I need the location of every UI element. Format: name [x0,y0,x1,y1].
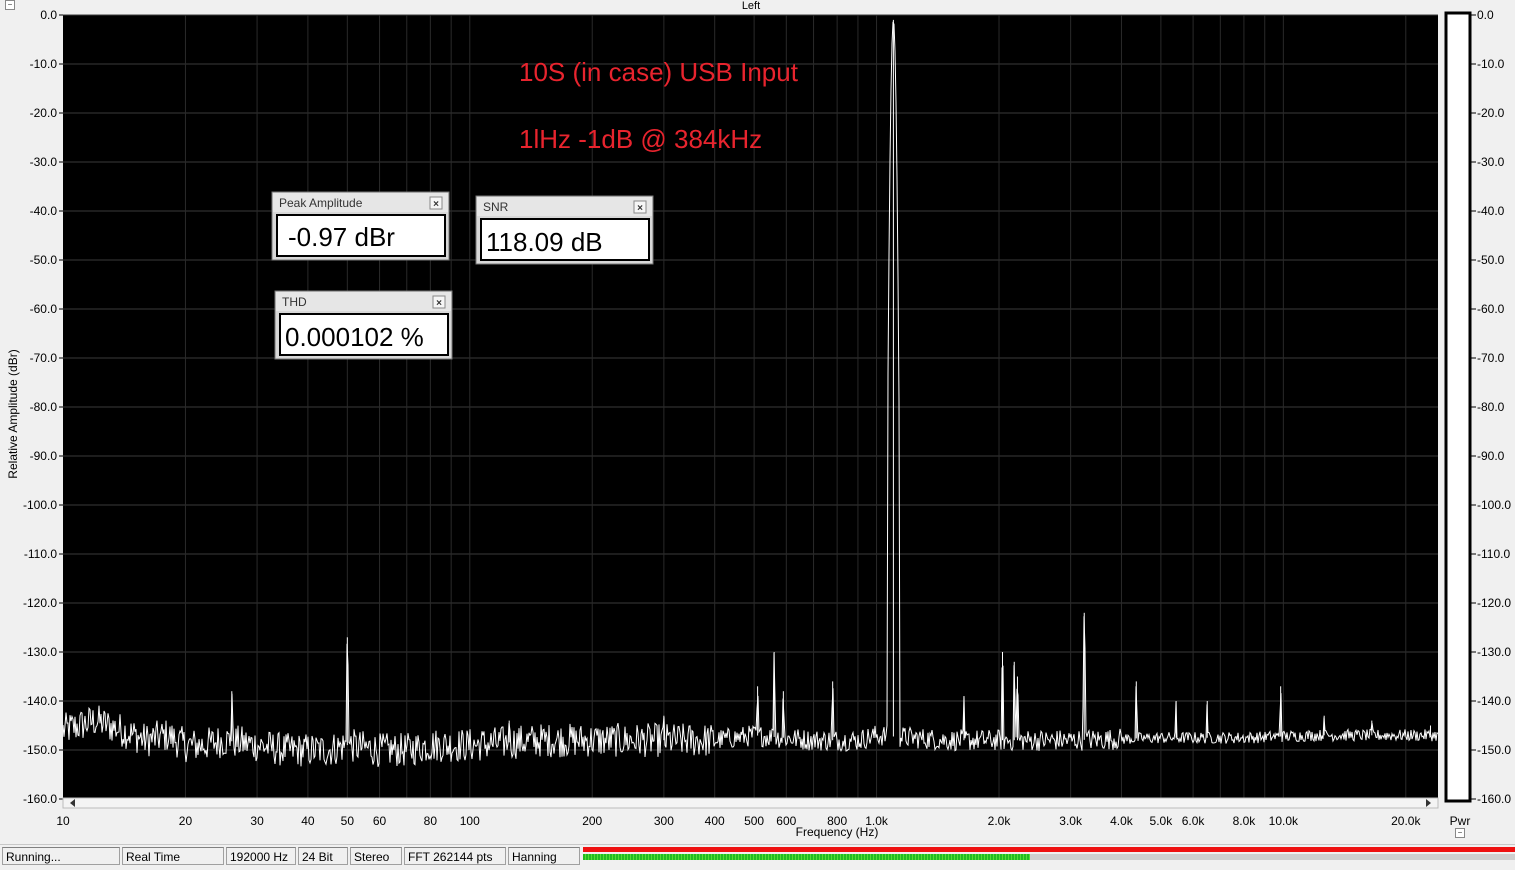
x-tick-label: 500 [744,814,764,828]
power-meter-tick-label: -150.0 [1477,743,1511,757]
y-tick-label: -130.0 [23,645,57,659]
y-tick-label: -40.0 [30,204,58,218]
status-bit-depth: 24 Bit [298,847,348,865]
x-tick-label: 600 [776,814,796,828]
spectrum-analyzer-canvas: Left 0.0 -10.0 -20.0 -30.0 -40.0 -50.0 -60.0 -7… [6,0,1511,839]
thd-title: THD [282,295,307,309]
x-tick-label: 20.0k [1391,814,1421,828]
peak-amplitude-widget[interactable]: Peak Amplitude × -0.97 dBr [271,191,450,261]
y-tick-label: -10.0 [30,57,58,71]
power-meter-tick-label: -30.0 [1477,155,1505,169]
y-tick-label: -110.0 [24,547,57,561]
x-tick-label: 10.0k [1269,814,1299,828]
annotation-device: 10S (in case) USB Input [519,57,799,87]
status-mode: Real Time [122,847,224,865]
x-tick-label: 100 [460,814,480,828]
y-tick-label: -30.0 [30,155,58,169]
power-meter-tick-label: -100.0 [1477,498,1511,512]
collapse-icon[interactable]: − [5,0,15,10]
y-tick-label: -100.0 [23,498,57,512]
y-axis-ticks: 0.0 -10.0 -20.0 -30.0 -40.0 -50.0 -60.0 -70.0 -8… [23,8,63,806]
y-tick-label: -150.0 [23,743,57,757]
x-tick-label: 400 [705,814,725,828]
y-axis-label: Relative Amplitude (dBr) [6,349,20,478]
x-tick-label: 6.0k [1182,814,1206,828]
status-channels: Stereo [350,847,402,865]
power-meter-tick-label: -20.0 [1477,106,1505,120]
y-tick-label: -70.0 [30,351,58,365]
x-tick-label: 8.0k [1233,814,1257,828]
x-tick-label: 20 [179,814,193,828]
snr-value: 118.09 dB [486,227,603,257]
power-meter-tick-label: -80.0 [1477,400,1505,414]
power-meter-ticks: 0.0 -10.0 -20.0 -30.0 -40.0 -50.0 -60.0 -70.0 -8… [1470,8,1511,806]
power-meter-tick-label: -130.0 [1477,645,1511,659]
status-fft-size: FFT 262144 pts [404,847,506,865]
x-tick-label: 30 [250,814,264,828]
close-icon[interactable]: × [433,199,439,210]
power-meter-tick-label: -140.0 [1477,694,1511,708]
power-meter-tick-label: 0.0 [1477,8,1494,22]
thd-value: 0.000102 % [285,322,424,352]
y-tick-label: -90.0 [30,449,58,463]
power-meter-tick-label: -10.0 [1477,57,1505,71]
power-meter-label: Pwr [1450,814,1471,828]
x-tick-label: 50 [341,814,355,828]
x-tick-label: 2.0k [988,814,1012,828]
annotation-signal: 1lHz -1dB @ 384kHz [519,124,762,154]
x-tick-label: 4.0k [1110,814,1134,828]
y-tick-label: -20.0 [30,106,58,120]
power-meter-tick-label: -70.0 [1477,351,1505,365]
y-tick-label: -60.0 [30,302,58,316]
power-meter-tick-label: -90.0 [1477,449,1505,463]
y-tick-label: -160.0 [23,792,57,806]
x-tick-label: 10 [56,814,70,828]
y-tick-label: -140.0 [23,694,57,708]
power-meter-tick-label: -40.0 [1477,204,1505,218]
level-meter-rms [583,854,1030,860]
snr-widget[interactable]: SNR × 118.09 dB [475,195,654,265]
status-window: Hanning [508,847,580,865]
peak-amplitude-title: Peak Amplitude [279,196,363,210]
power-meter-tick-label: -120.0 [1477,596,1511,610]
status-sample-rate: 192000 Hz [226,847,296,865]
peak-amplitude-value: -0.97 dBr [288,222,395,252]
power-meter-tick-label: -110.0 [1477,547,1510,561]
power-meter-tick-label: -60.0 [1477,302,1505,316]
power-meter-tick-label: -160.0 [1477,792,1511,806]
y-tick-label: 0.0 [40,8,57,22]
snr-title: SNR [483,200,509,214]
y-tick-label: -120.0 [23,596,57,610]
close-icon[interactable]: × [436,298,442,309]
x-tick-label: 200 [582,814,602,828]
power-meter [1444,11,1472,803]
power-meter-tick-label: -50.0 [1477,253,1505,267]
chart-title: Left [742,0,760,12]
level-meter-peak [583,847,1515,852]
y-tick-label: -80.0 [30,400,58,414]
h-scrollbar[interactable] [62,797,1439,809]
x-tick-label: 3.0k [1059,814,1083,828]
x-axis-label: Frequency (Hz) [796,825,879,839]
x-tick-label: 5.0k [1150,814,1174,828]
x-tick-label: 60 [373,814,387,828]
collapse-icon[interactable]: − [1455,828,1465,838]
y-tick-label: -50.0 [30,253,58,267]
x-tick-label: 40 [301,814,315,828]
status-state: Running... [2,847,120,865]
x-tick-label: 80 [424,814,438,828]
close-icon[interactable]: × [637,203,643,214]
thd-widget[interactable]: THD × 0.000102 % [274,290,453,360]
x-tick-label: 300 [654,814,674,828]
